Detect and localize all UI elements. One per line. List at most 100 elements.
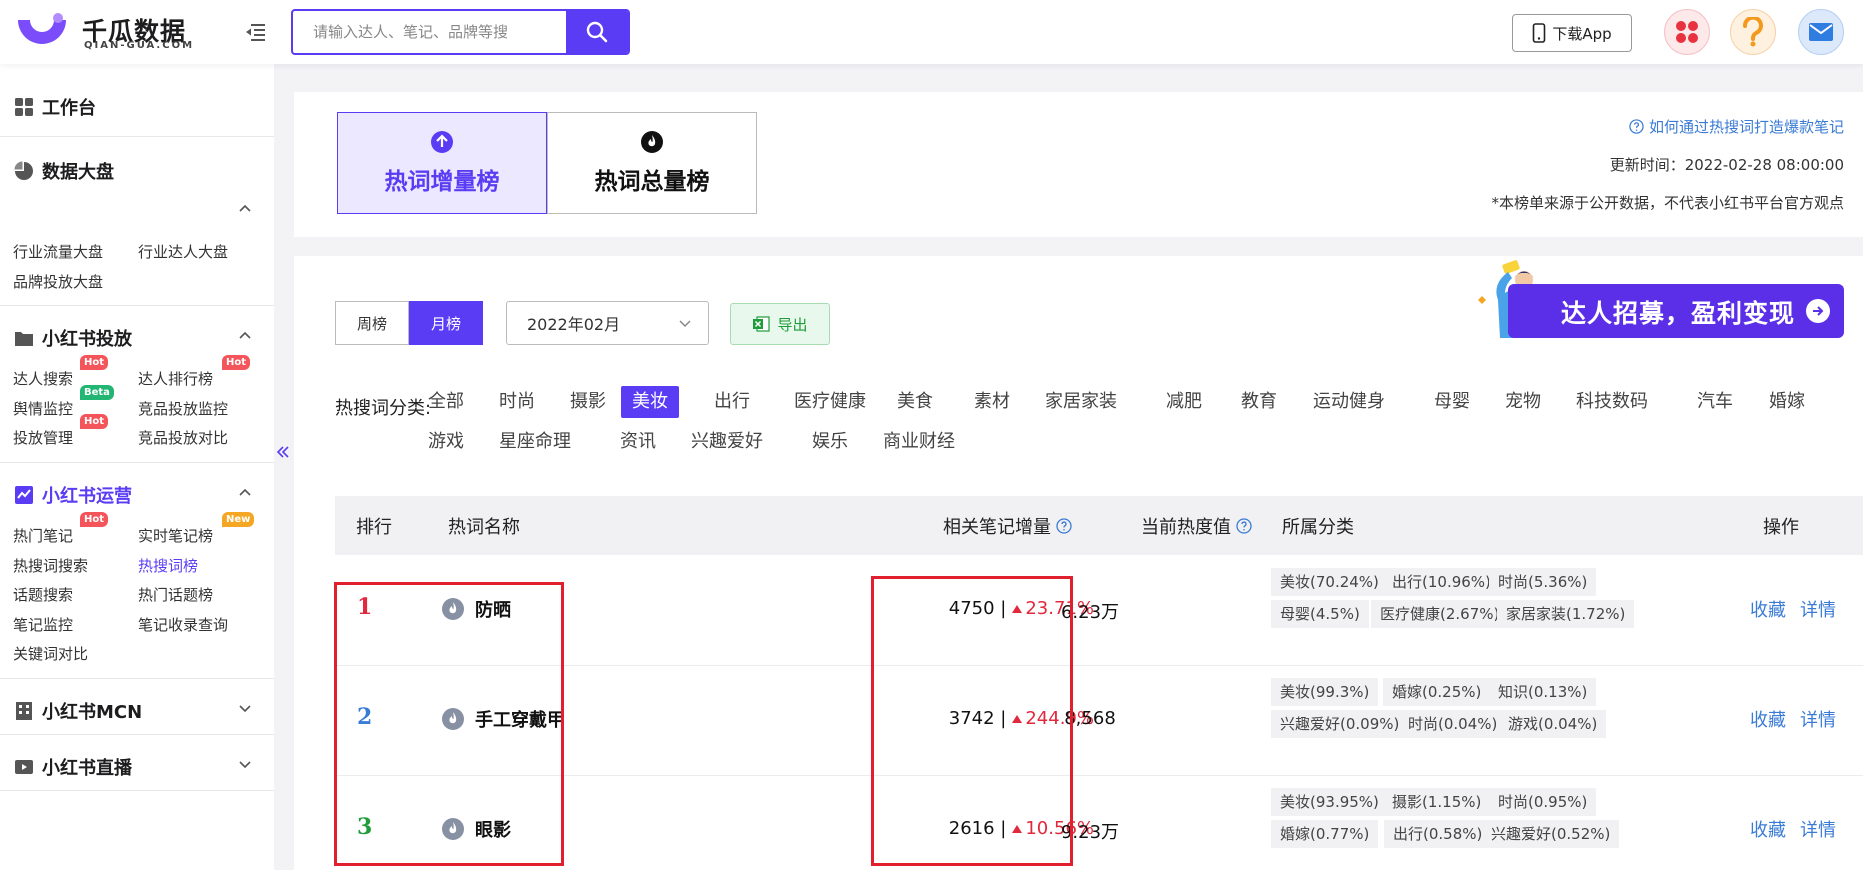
sidebar-link-hot-notes[interactable]: 热门笔记 Hot [13,512,109,546]
help-link[interactable]: 如何通过热搜词打造爆款笔记 [1629,116,1844,137]
sidebar-collapse-button[interactable] [274,432,292,472]
category-chip[interactable]: 医疗健康 [794,386,866,418]
sidebar-item-workbench[interactable]: 工作台 [14,94,96,120]
period-monthly-button[interactable]: 月榜 [409,301,483,345]
link-label: 达人排行榜 [138,370,214,388]
sidebar-section-xhs-operation[interactable]: 小红书运营 [14,482,132,508]
sidebar-section-data-overview[interactable]: 数据大盘 [14,158,114,184]
messages-button[interactable] [1798,9,1844,55]
category-chip[interactable]: 资讯 [620,426,656,458]
sidebar-link-competitor-monitor[interactable]: 竞品投放监控 [138,398,228,419]
sidebar-section-xhs-placement[interactable]: 小红书投放 [14,325,132,351]
beta-badge: Beta [80,385,114,400]
period-weekly-button[interactable]: 周榜 [335,301,409,345]
category-tag: 时尚(0.04%) [1399,710,1507,738]
search-button[interactable] [566,11,628,53]
chevron-down-icon[interactable] [238,757,252,771]
category-chip[interactable]: 科技数码 [1576,386,1648,418]
category-chip[interactable]: 婚嫁 [1769,386,1805,418]
category-chip[interactable]: 游戏 [428,426,464,458]
table-row[interactable]: 1 防晒 4750 | 23.71% 6.23万 美妆(70.24%) 出行(10.96%)… [335,556,1863,666]
sidebar-link-note-monitor[interactable]: 笔记监控 [13,614,73,635]
sidebar-link-realtime-notes[interactable]: 实时笔记榜 New [138,512,255,546]
category-chip[interactable]: 宠物 [1505,386,1541,418]
download-app-button[interactable]: 下载App [1512,14,1632,52]
category-chip[interactable]: 摄影 [570,386,606,418]
category-tag: 家居家装(1.72%) [1497,600,1635,628]
sidebar-link-brand-placement[interactable]: 品牌投放大盘 [13,271,103,292]
sidebar-link-hot-keyword-ranking[interactable]: 热搜词榜 [138,555,198,576]
sidebar-section-xhs-live[interactable]: 小红书直播 [14,754,132,780]
category-chip[interactable]: 星座命理 [499,426,571,458]
chevron-down-icon[interactable] [238,701,252,715]
category-chip[interactable]: 出行 [714,386,750,418]
sidebar-link-sentiment-monitor[interactable]: 舆情监控 Beta [13,385,114,419]
question-circle-icon[interactable] [1236,518,1252,534]
menu-collapse-icon[interactable] [244,20,268,44]
brand-logo[interactable]: 千瓜数据 QIAN-GUA.COM [14,10,194,54]
category-chip[interactable]: 素材 [974,386,1010,418]
dashboard-grid-icon [15,98,33,116]
chevron-up-icon[interactable] [238,328,252,342]
category-chip[interactable]: 娱乐 [812,426,848,458]
brand-domain: QIAN-GUA.COM [84,40,195,51]
search-input[interactable] [293,11,567,53]
help-button[interactable] [1730,9,1776,55]
promo-text: 达人招募，盈利变现 [1561,299,1796,328]
chevron-up-icon[interactable] [238,201,252,215]
header-rank: 排行 [356,517,392,538]
collect-button[interactable]: 收藏 [1750,706,1786,732]
sidebar-link-industry-traffic[interactable]: 行业流量大盘 [13,241,103,262]
category-tag: 游戏(0.04%) [1499,710,1607,738]
category-chip[interactable]: 全部 [428,386,464,418]
sidebar-link-influencer-search[interactable]: 达人搜索 Hot [13,355,109,389]
month-select[interactable]: 2022年02月 [506,301,709,345]
category-chip[interactable]: 商业财经 [883,426,955,458]
table-row[interactable]: 2 手工穿戴甲 3742 | 244.9% 8,568 美妆(99.3%) 婚嫁(0.25%… [335,666,1863,776]
tab-keyword-growth-ranking[interactable]: 热词增量榜 [337,112,547,214]
header-keyword: 热词名称 [448,517,520,538]
hot-badge: Hot [80,355,109,370]
question-circle-icon[interactable] [1056,518,1072,534]
link-label: 投放管理 [13,429,74,447]
category-chip[interactable]: 兴趣爱好 [691,426,763,458]
sidebar-section-xhs-mcn[interactable]: 小红书MCN [14,698,142,724]
table-row[interactable]: 3 眼影 2616 | 10.56% 9.23万 美妆(93.95%) 摄影(1.15%) 时… [335,776,1863,870]
highlight-box-growth [871,576,1073,866]
collect-button[interactable]: 收藏 [1750,816,1786,842]
sidebar-link-note-index-query[interactable]: 笔记收录查询 [138,614,228,635]
chevron-up-icon[interactable] [238,485,252,499]
sidebar-link-competitor-compare[interactable]: 竞品投放对比 [138,427,228,448]
pie-chart-icon [14,161,33,180]
row-operations: 收藏 详情 [1750,816,1836,842]
header-category: 所属分类 [1282,517,1354,538]
collect-button[interactable]: 收藏 [1750,596,1786,622]
top-bar: 千瓜数据 QIAN-GUA.COM 下载App [0,0,1863,64]
sidebar-link-industry-influencers[interactable]: 行业达人大盘 [138,241,228,262]
category-chip[interactable]: 美妆 [621,386,679,418]
sidebar-link-hot-keyword-search[interactable]: 热搜词搜索 [13,555,88,576]
category-chip[interactable]: 美食 [897,386,933,418]
category-chip[interactable]: 母婴 [1434,386,1470,418]
period-toggle: 周榜 月榜 [335,301,483,345]
tab-keyword-total-ranking[interactable]: 热词总量榜 [547,112,757,214]
detail-button[interactable]: 详情 [1800,816,1836,842]
category-chip[interactable]: 运动健身 [1313,386,1385,418]
category-chip[interactable]: 时尚 [499,386,535,418]
influencer-recruit-banner[interactable]: 达人招募，盈利变现 [1468,260,1848,342]
category-filter-label: 热搜词分类: [335,398,432,419]
detail-button[interactable]: 详情 [1800,596,1836,622]
sidebar-link-placement-manage[interactable]: 投放管理 Hot [13,414,109,448]
sidebar-link-hot-topic-ranking[interactable]: 热门话题榜 [138,584,213,605]
detail-button[interactable]: 详情 [1800,706,1836,732]
category-chip[interactable]: 汽车 [1697,386,1733,418]
category-chip[interactable]: 教育 [1241,386,1277,418]
category-chip[interactable]: 家居家装 [1045,386,1117,418]
promo-arrow [1806,299,1830,323]
sidebar-link-keyword-compare[interactable]: 关键词对比 [13,643,88,664]
apps-button[interactable] [1664,9,1710,55]
sidebar-link-topic-search[interactable]: 话题搜索 [13,584,73,605]
category-chip[interactable]: 减肥 [1166,386,1202,418]
export-button[interactable]: 导出 [730,303,830,345]
sidebar-link-influencer-ranking[interactable]: 达人排行榜 Hot [138,355,251,389]
